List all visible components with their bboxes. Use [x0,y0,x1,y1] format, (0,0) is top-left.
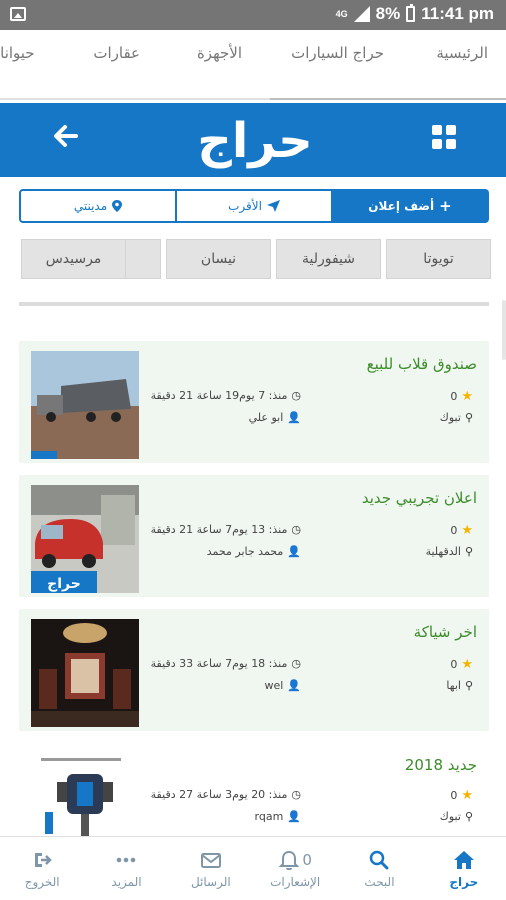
chip-mercedes[interactable]: مرسيدس [21,239,126,279]
user-icon: 👤 [287,679,301,692]
nav-more-label: المزيد [111,874,142,889]
divider [19,302,489,306]
svg-text:حراج: حراج [47,576,81,592]
back-arrow-icon[interactable] [50,121,80,151]
nav-haraj-label: حراج [449,874,479,889]
listing-thumbnail[interactable] [31,752,139,836]
listing-user[interactable]: rqam [255,810,284,823]
listing-title[interactable]: اخر شياكة [414,623,477,641]
bottom-navigation: الخروج المزيد الرسائل 0 الإشعارات البحث … [0,836,506,900]
my-city-button[interactable]: مدينتي [19,189,177,223]
map-pin-icon [112,200,123,212]
map-pin-icon: ⚲ [464,810,473,823]
listing-card[interactable]: اخر شياكة ★ 0 ◷ منذ: 18 يوم7 ساعة 33 دقي… [19,609,489,731]
listing-time: منذ: 20 يوم3 ساعة 27 دقيقة [150,788,288,801]
listing-rating: 0 [450,789,458,802]
image-notification-icon [10,7,26,21]
nav-messages[interactable]: الرسائل [169,837,253,900]
plus-icon: + [439,197,452,215]
map-pin-icon: ⚲ [464,411,473,424]
listing-time: منذ: 7 يوم19 ساعة 21 دقيقة [150,389,288,402]
nav-messages-label: الرسائل [190,874,231,889]
user-icon: 👤 [287,810,301,823]
tab-car-haraj[interactable]: حراج السيارات [291,44,384,62]
clock-icon: ◷ [291,389,301,402]
home-icon [453,850,474,869]
star-icon: ★ [461,389,473,404]
battery-percent: 8% [375,4,401,23]
nav-search[interactable]: البحث [337,837,421,900]
listing-rating: 0 [450,390,458,403]
tabs-active-indicator [270,98,506,100]
tab-real-estate[interactable]: عقارات [93,44,140,62]
more-dots-icon [117,857,136,862]
map-pin-icon: ⚲ [464,545,473,558]
listing-card[interactable]: صندوق قلاب للبيع ★ 0 ◷ منذ: 7 يوم19 ساعة… [19,341,489,463]
listing-city: تبوك [439,411,461,424]
clock-icon: ◷ [291,523,301,536]
listing-time: منذ: 13 يوم7 ساعة 21 دقيقة [150,523,288,536]
search-icon [370,850,389,869]
scroll-indicator [502,300,506,360]
listing-city: تبوك [439,810,461,823]
listing-card[interactable]: حراج اعلان تجريبي جديد ★ 0 ◷ منذ: 13 يوم… [19,475,489,597]
add-ad-label: أضف إعلان [368,199,435,213]
send-icon [266,200,280,212]
chip-nissan[interactable]: نيسان [166,239,271,279]
listing-title[interactable]: اعلان تجريبي جديد [362,489,477,507]
listing-city: ابها [446,679,461,692]
nav-more[interactable]: المزيد [84,837,168,900]
listing-city: الدقهلية [425,545,461,558]
logout-icon [35,852,52,867]
nav-logout-label: الخروج [24,874,60,889]
battery-icon [406,4,416,22]
envelope-icon [200,852,221,868]
clock-icon: ◷ [291,788,301,801]
star-icon: ★ [461,523,473,538]
user-icon: 👤 [287,411,301,424]
clock-icon: ◷ [291,657,301,670]
listing-card[interactable]: جديد 2018 ★ 0 ◷ منذ: 20 يوم3 ساعة 27 دقي… [19,742,489,836]
listing-thumbnail[interactable] [31,619,139,727]
listing-user[interactable]: wel [264,679,283,692]
listing-rating: 0 [450,658,458,671]
listing-title[interactable]: جديد 2018 [405,756,477,774]
status-bar: 4G 8% 11:41 pm [0,0,506,30]
listing-thumbnail[interactable] [31,351,139,459]
signal-icon [353,6,370,22]
tab-devices[interactable]: الأجهزة [197,44,242,62]
nearest-button[interactable]: الأقرب [177,189,333,223]
star-icon: ★ [461,657,473,672]
chip-chevrolet[interactable]: شيفورلية [276,239,381,279]
nav-notifications[interactable]: 0 الإشعارات [253,837,337,900]
chip-toyota[interactable]: تويوتا [386,239,491,279]
grid-menu-icon[interactable] [432,125,456,149]
nav-notifications-label: الإشعارات [270,874,321,889]
tab-animals[interactable]: حيوانات [0,44,35,62]
tab-home[interactable]: الرئيسية [436,44,488,62]
listing-rating: 0 [450,524,458,537]
add-ad-button[interactable]: أضف إعلان + [333,189,489,223]
clock: 11:41 pm [421,4,494,23]
listing-user[interactable]: ابو علي [249,411,284,424]
nav-search-label: البحث [364,874,395,889]
category-tabs: الرئيسية حراج السيارات الأجهزة عقارات حي… [0,30,506,100]
user-icon: 👤 [287,545,301,558]
listing-thumbnail[interactable]: حراج [31,485,139,593]
map-pin-icon: ⚲ [464,679,473,692]
app-logo: حراج [197,113,315,169]
listing-title[interactable]: صندوق قلاب للبيع [367,355,477,373]
app-header: حراج [0,103,506,177]
nav-haraj[interactable]: حراج [422,837,506,900]
nearest-label: الأقرب [228,199,262,213]
star-icon: ★ [461,788,473,803]
my-city-label: مدينتي [73,199,108,213]
notifications-count: 0 [302,850,312,869]
bell-icon [278,850,300,870]
listing-time: منذ: 18 يوم7 ساعة 33 دقيقة [150,657,288,670]
listing-user[interactable]: محمد جابر محمد [207,545,284,558]
nav-logout[interactable]: الخروج [0,837,84,900]
action-bar: مدينتي الأقرب أضف إعلان + [19,189,489,223]
network-type: 4G [335,8,348,19]
